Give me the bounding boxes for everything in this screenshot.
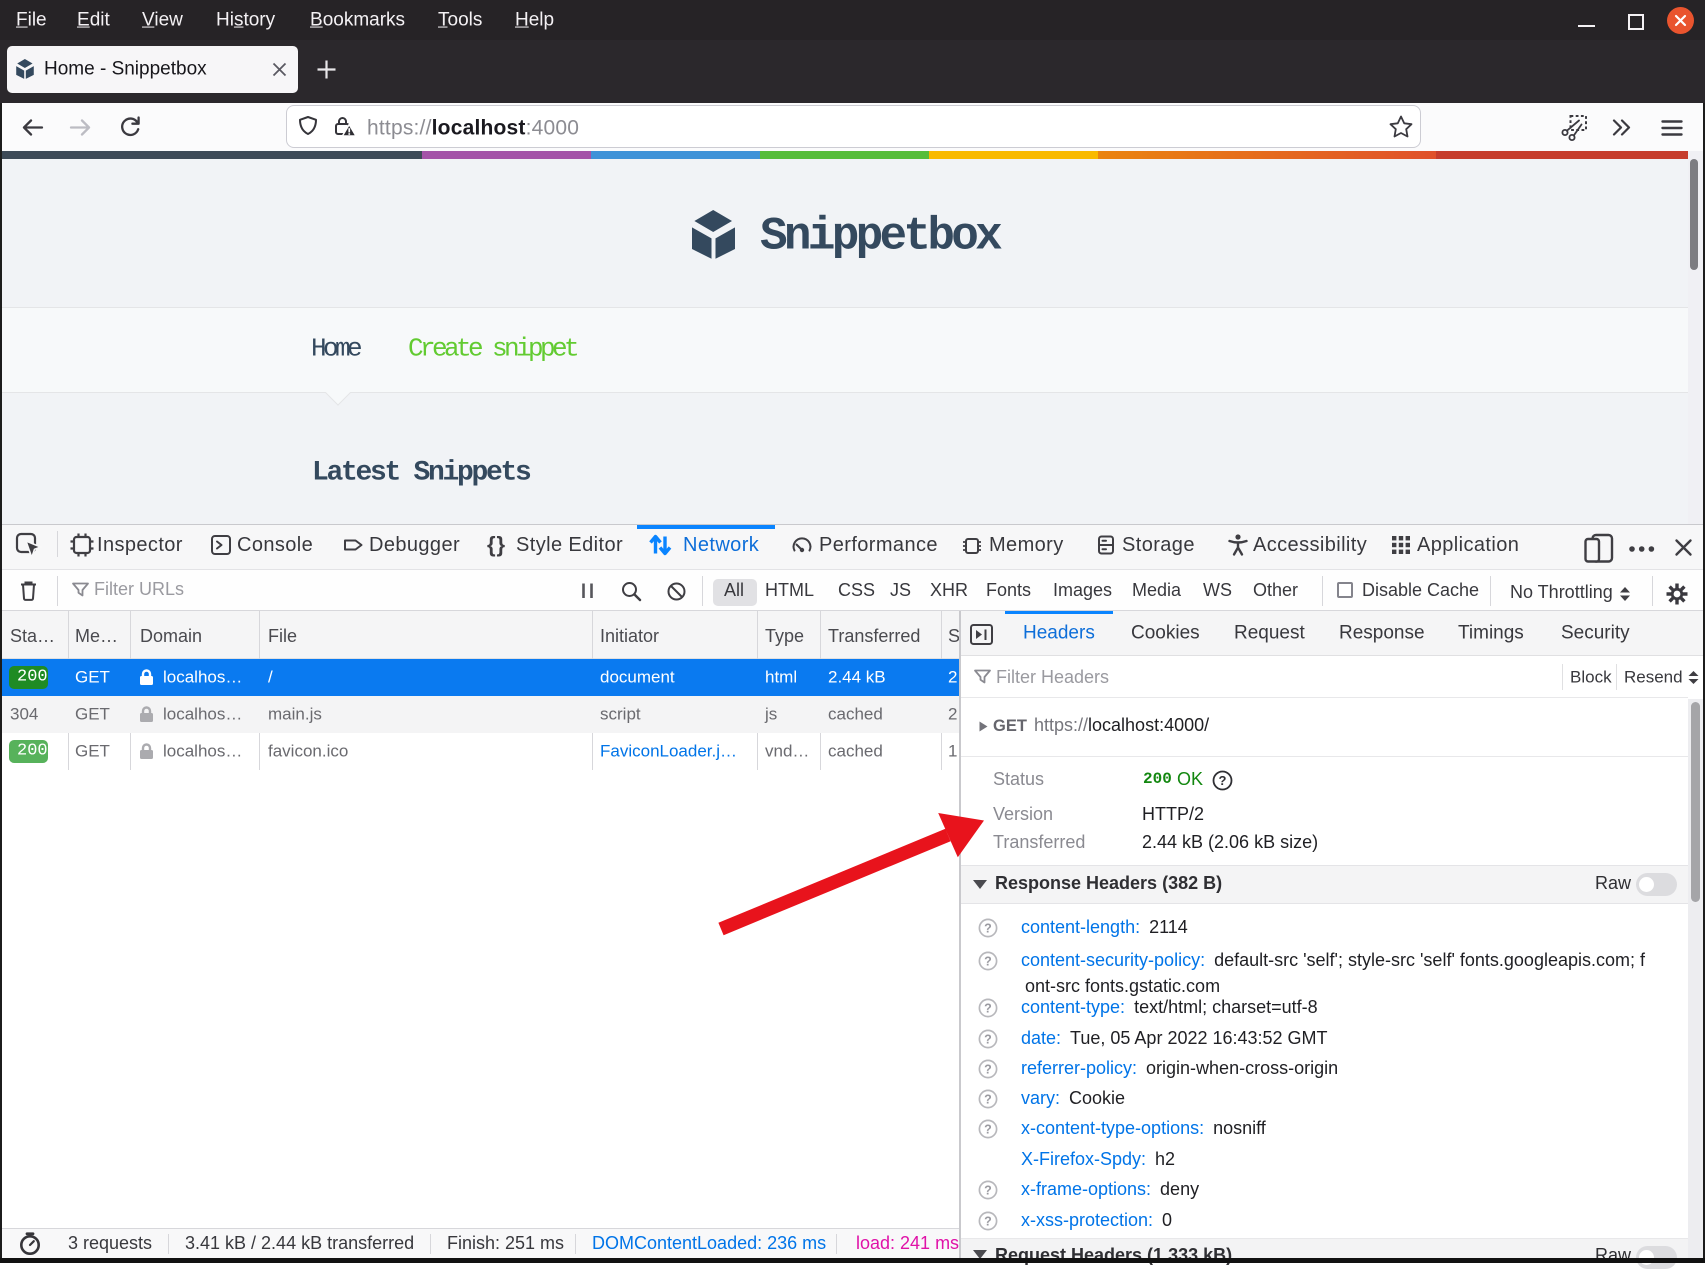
svg-text:?: ?: [984, 1062, 992, 1076]
svg-text:?: ?: [1219, 773, 1227, 788]
svg-text:?: ?: [984, 1183, 992, 1197]
svg-text:?: ?: [984, 1092, 992, 1106]
svg-text:?: ?: [984, 954, 992, 968]
svg-text:?: ?: [984, 1001, 992, 1015]
svg-text:?: ?: [984, 1122, 992, 1136]
svg-text:?: ?: [984, 1214, 992, 1228]
svg-text:?: ?: [984, 1032, 992, 1046]
svg-text:?: ?: [984, 921, 992, 935]
